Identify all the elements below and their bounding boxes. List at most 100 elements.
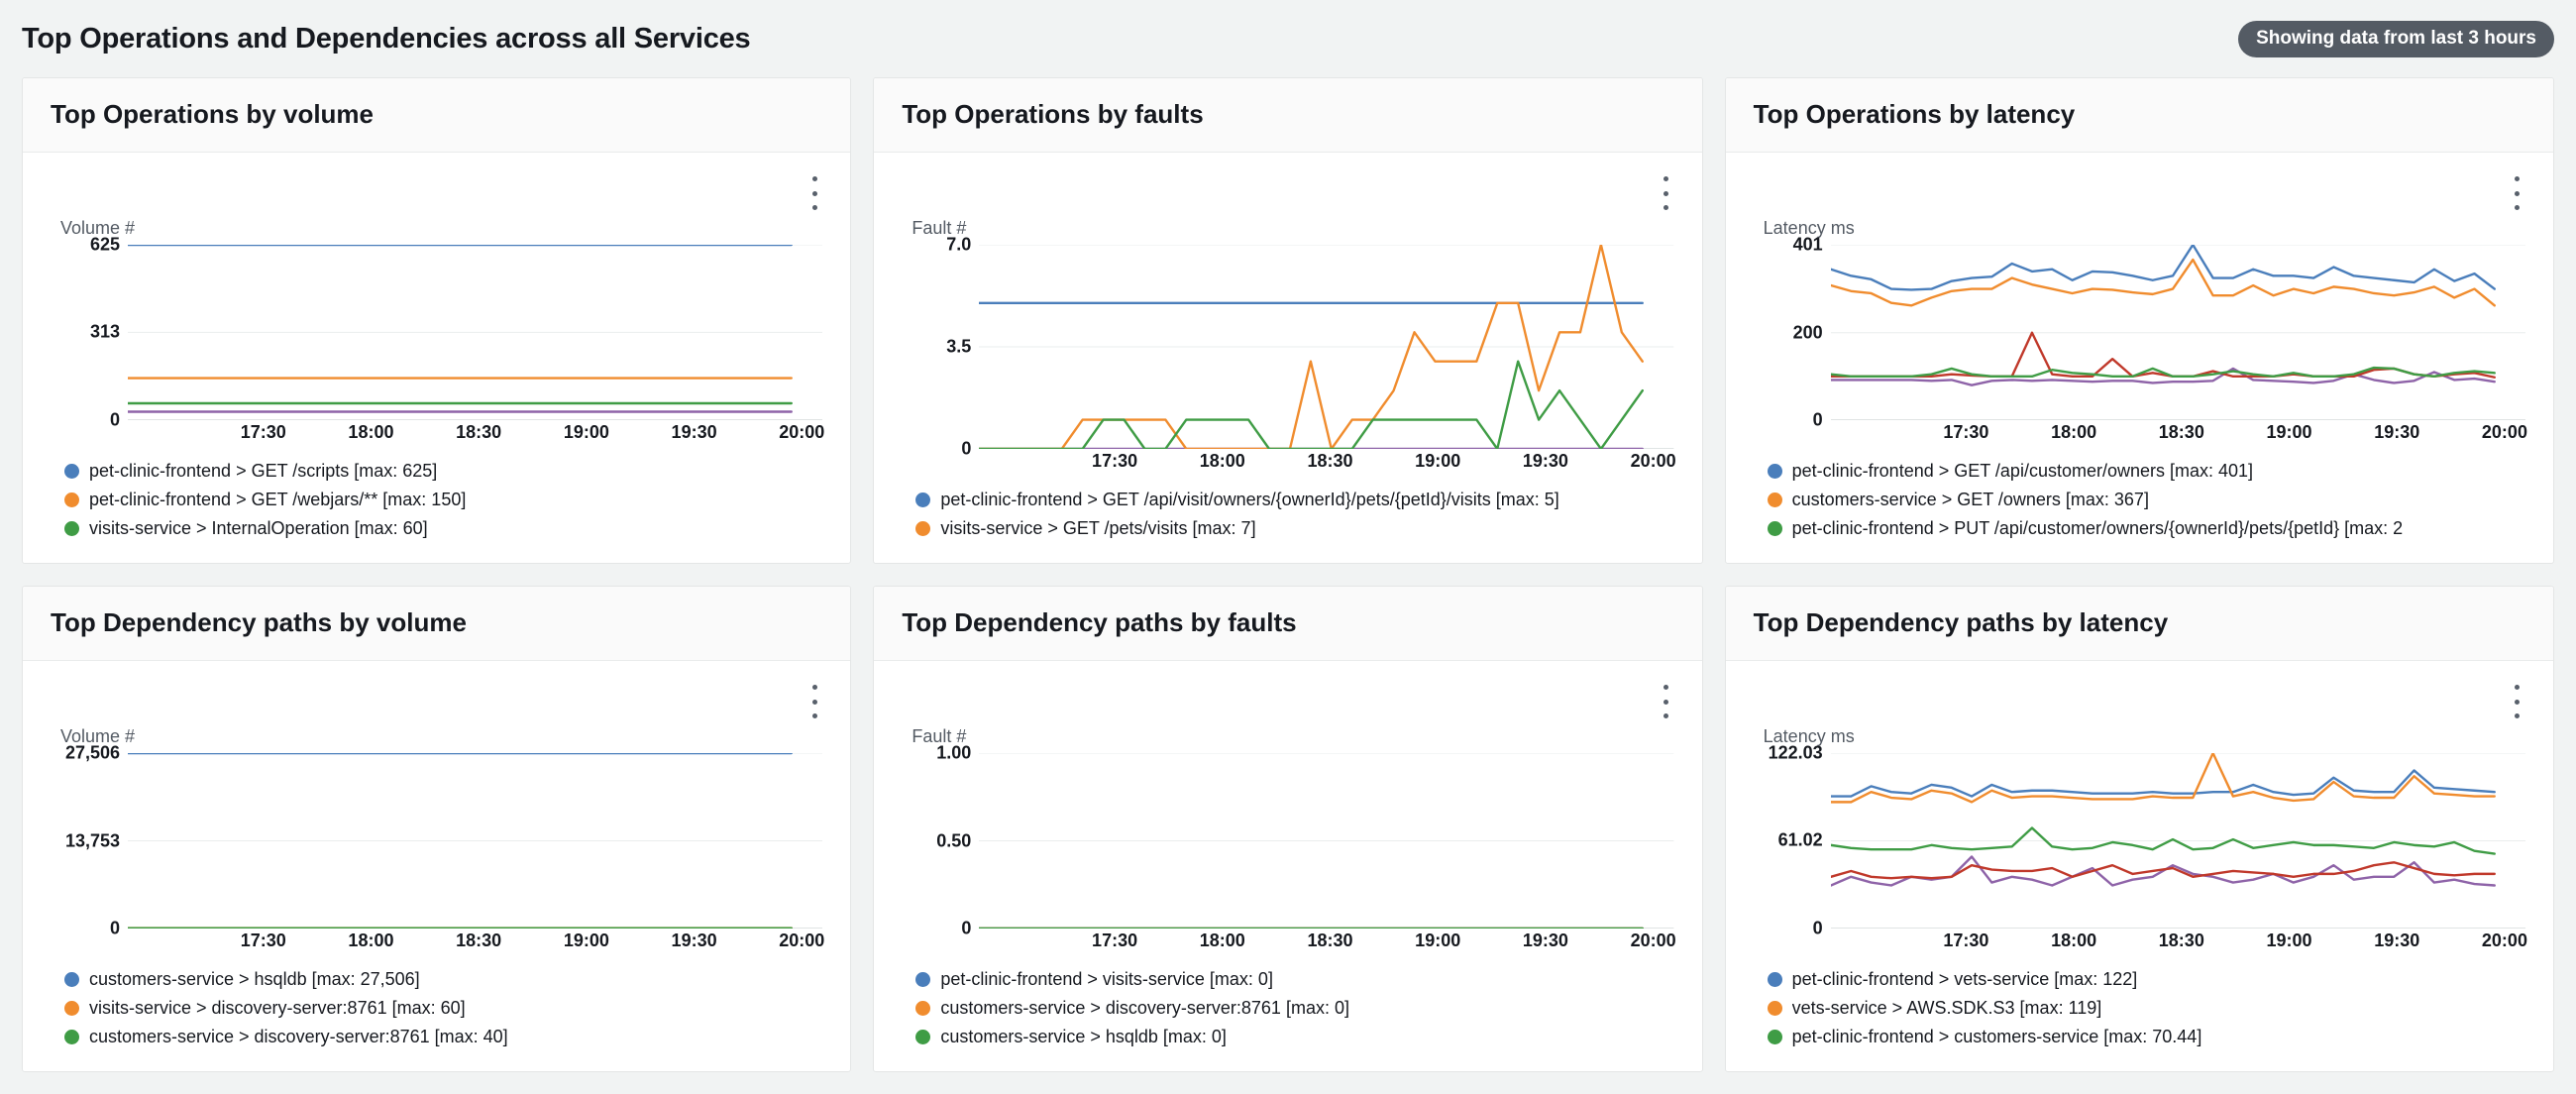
x-axis-tick: 17:30 (1943, 422, 1989, 442)
x-axis-tick: 20:00 (2481, 422, 2527, 442)
y-axis: 122.03 61.02 0 (1754, 743, 1831, 938)
x-axis-tick: 17:30 (240, 930, 286, 950)
plot-canvas (1831, 753, 2525, 929)
legend-color-swatch (915, 520, 931, 536)
legend-item[interactable]: customers-service > GET /owners [max: 36… (1767, 487, 2525, 512)
x-axis: 17:30 18:00 18:30 19:00 19:30 20:00 (128, 420, 825, 454)
x-axis-tick: 17:30 (1943, 930, 1989, 950)
legend-item[interactable]: customers-service > discovery-server:876… (64, 1024, 822, 1049)
kebab-menu-icon[interactable] (1657, 685, 1676, 718)
legend-color-swatch (1767, 1000, 1782, 1016)
x-axis-tick: 18:30 (1307, 930, 1353, 950)
x-axis-tick: 20:00 (1630, 451, 1676, 471)
legend-label: visits-service > InternalOperation [max:… (89, 518, 428, 538)
widget-title: Top Dependency paths by faults (902, 607, 1297, 637)
time-range-badge[interactable]: Showing data from last 3 hours (2238, 20, 2554, 57)
x-axis-tick: 19:30 (1522, 930, 1568, 950)
x-axis-tick: 17:30 (1092, 930, 1138, 950)
legend-color-swatch (1767, 463, 1782, 479)
legend-color-swatch (915, 492, 931, 507)
legend-item[interactable]: pet-clinic-frontend > GET /webjars/** [m… (64, 487, 822, 512)
y-axis-tick: 27,506 (64, 742, 120, 763)
y-axis-tick: 313 (89, 321, 120, 342)
x-axis-tick: 18:00 (1199, 451, 1245, 471)
x-axis-tick: 19:30 (1522, 451, 1568, 471)
kebab-menu-icon[interactable] (1657, 176, 1676, 210)
legend-item[interactable]: pet-clinic-frontend > GET /scripts [max:… (64, 458, 822, 484)
plot-canvas (979, 753, 1673, 929)
y-axis: 401 200 0 (1754, 235, 1831, 430)
x-axis-tick: 19:00 (2266, 930, 2312, 950)
x-axis-tick: 18:00 (1199, 930, 1245, 950)
legend-item[interactable]: pet-clinic-frontend > GET /api/visit/own… (915, 487, 1673, 512)
plot-area: 122.03 61.02 0 (1754, 743, 2525, 938)
y-axis-tick: 401 (1792, 234, 1823, 255)
x-axis-tick: 20:00 (2481, 930, 2527, 950)
legend-item[interactable]: pet-clinic-frontend > vets-service [max:… (1767, 966, 2525, 992)
legend-color-swatch (64, 463, 79, 479)
y-axis-tick: 625 (89, 234, 120, 255)
y-axis-label: Volume # (60, 218, 136, 238)
chart-legend: pet-clinic-frontend > GET /scripts [max:… (51, 454, 822, 555)
x-axis-tick: 19:30 (671, 422, 717, 442)
chart-legend: pet-clinic-frontend > GET /api/visit/own… (902, 483, 1673, 555)
widget-header: Top Dependency paths by latency (1725, 587, 2553, 661)
widget-header: Top Dependency paths by volume (23, 587, 851, 661)
x-axis-tick: 19:00 (563, 930, 609, 950)
legend-color-swatch (64, 1029, 79, 1044)
x-axis-tick: 18:00 (348, 422, 394, 442)
widget-card-top-dependency-paths-by-volume: Top Dependency paths by volume Volume #27… (22, 586, 852, 1072)
legend-color-swatch (64, 520, 79, 536)
kebab-menu-icon[interactable] (2508, 176, 2527, 210)
widget-header: Top Dependency paths by faults (874, 587, 1702, 661)
legend-label: customers-service > discovery-server:876… (89, 1027, 508, 1046)
legend-label: vets-service > AWS.SDK.S3 [max: 119] (1791, 998, 2102, 1018)
plot-area: 1.00 0.50 0 (902, 743, 1673, 938)
legend-color-swatch (915, 971, 931, 987)
x-axis-tick: 18:00 (2051, 930, 2097, 950)
legend-item[interactable]: vets-service > AWS.SDK.S3 [max: 119] (1767, 995, 2525, 1021)
widget-card-top-dependency-paths-by-faults: Top Dependency paths by faults Fault #1.0… (873, 586, 1703, 1072)
x-axis-tick: 19:00 (2266, 422, 2312, 442)
x-axis-tick: 18:30 (456, 422, 502, 442)
x-axis-tick: 20:00 (779, 930, 825, 950)
legend-item[interactable]: customers-service > discovery-server:876… (915, 995, 1673, 1021)
kebab-menu-icon[interactable] (805, 176, 824, 210)
y-axis-tick: 13,753 (64, 830, 120, 850)
legend-color-swatch (64, 492, 79, 507)
widget-header: Top Operations by volume (23, 78, 851, 153)
legend-item[interactable]: pet-clinic-frontend > customers-service … (1767, 1024, 2525, 1049)
legend-label: visits-service > discovery-server:8761 [… (89, 998, 466, 1018)
legend-label: pet-clinic-frontend > GET /api/visit/own… (940, 490, 1559, 509)
legend-item[interactable]: customers-service > hsqldb [max: 0] (915, 1024, 1673, 1049)
y-axis-tick: 1.00 (936, 742, 972, 763)
legend-item[interactable]: visits-service > discovery-server:8761 [… (64, 995, 822, 1021)
y-axis-tick: 122.03 (1768, 742, 1823, 763)
plot-canvas (128, 245, 822, 420)
x-axis-tick: 18:30 (1307, 451, 1353, 471)
legend-item[interactable]: visits-service > InternalOperation [max:… (64, 515, 822, 541)
x-axis: 17:30 18:00 18:30 19:00 19:30 20:00 (979, 929, 1676, 962)
legend-color-swatch (1767, 971, 1782, 987)
y-axis-tick: 0 (1812, 918, 1823, 938)
widget-body: Fault #7.0 3.5 0 17:30 18:00 18:30 19:00 19:30 2… (874, 153, 1701, 563)
legend-item[interactable]: visits-service > GET /pets/visits [max: … (915, 515, 1673, 541)
kebab-menu-icon[interactable] (805, 685, 824, 718)
x-axis-tick: 19:30 (671, 930, 717, 950)
legend-item[interactable]: pet-clinic-frontend > visits-service [ma… (915, 966, 1673, 992)
kebab-menu-icon[interactable] (2508, 685, 2527, 718)
y-axis-label: Fault # (912, 726, 967, 746)
legend-label: pet-clinic-frontend > GET /scripts [max:… (89, 461, 438, 481)
legend-color-swatch (64, 1000, 79, 1016)
legend-item[interactable]: pet-clinic-frontend > PUT /api/customer/… (1767, 515, 2525, 541)
y-axis-tick: 0 (1812, 409, 1823, 430)
legend-item[interactable]: pet-clinic-frontend > GET /api/customer/… (1767, 458, 2525, 484)
legend-item[interactable]: customers-service > hsqldb [max: 27,506] (64, 966, 822, 992)
y-axis: 1.00 0.50 0 (902, 743, 979, 938)
legend-label: pet-clinic-frontend > GET /webjars/** [m… (89, 490, 467, 509)
plot-canvas (1831, 245, 2525, 420)
legend-color-swatch (1767, 1029, 1782, 1044)
widget-card-top-dependency-paths-by-latency: Top Dependency paths by latency Latency m… (1724, 586, 2554, 1072)
legend-label: pet-clinic-frontend > vets-service [max:… (1791, 969, 2138, 989)
chart-legend: customers-service > hsqldb [max: 27,506]… (51, 962, 822, 1063)
